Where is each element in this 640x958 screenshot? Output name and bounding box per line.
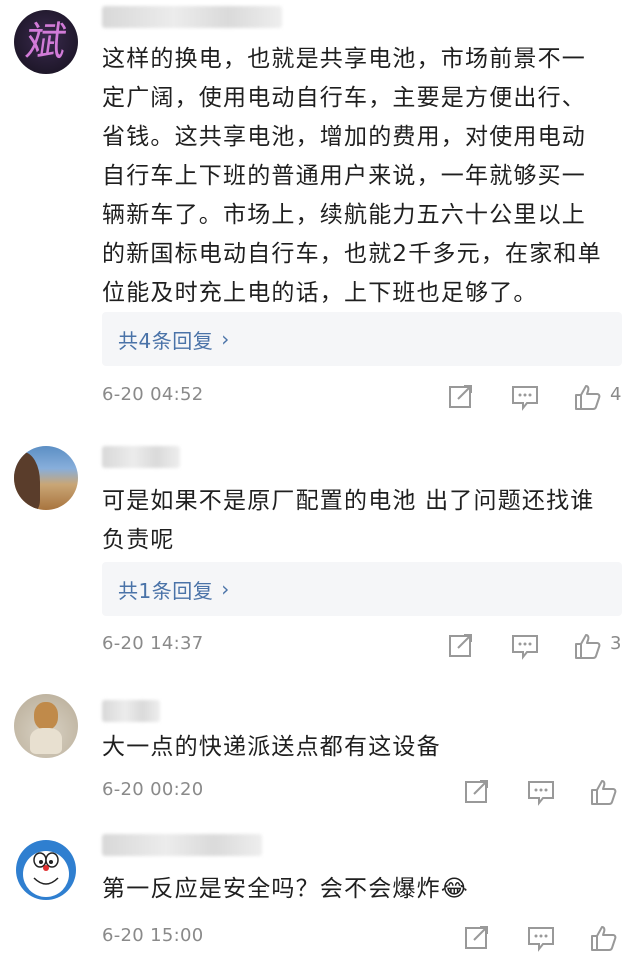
- timestamp: 6-20 15:00: [102, 925, 204, 946]
- share-icon[interactable]: [446, 631, 476, 661]
- comment-meta: 6-20 04:52 4: [102, 382, 632, 412]
- avatar-glyph: 斌: [22, 19, 70, 65]
- comment-icon[interactable]: [526, 777, 556, 807]
- comment-icon[interactable]: [526, 923, 556, 953]
- share-icon[interactable]: [462, 777, 492, 807]
- chevron-right-icon: ›: [221, 327, 230, 351]
- username-blurred[interactable]: [102, 834, 262, 856]
- thumbs-up-icon[interactable]: [588, 777, 618, 807]
- like-count: 4: [610, 384, 622, 405]
- avatar[interactable]: [14, 838, 78, 902]
- thumbs-up-icon[interactable]: [588, 923, 618, 953]
- comment-item: 大一点的快递派送点都有这设备 6-20 00:20: [0, 680, 640, 820]
- comment-text: 大一点的快递派送点都有这设备: [102, 734, 441, 760]
- comment-meta: 6-20 15:00: [102, 923, 632, 953]
- avatar-dog-body: [30, 728, 62, 754]
- timestamp: 6-20 14:37: [102, 633, 204, 654]
- comment-item: 斌 这样的换电，也就是共享电池，市场前景不一 定广阔，使用电动自行车，主要是方便…: [0, 0, 640, 420]
- comment-icon[interactable]: [510, 631, 540, 661]
- comment-meta: 6-20 14:37 3: [102, 631, 632, 661]
- share-icon[interactable]: [462, 923, 492, 953]
- comment-meta: 6-20 00:20: [102, 777, 632, 807]
- avatar[interactable]: [14, 446, 78, 510]
- avatar-dog-head: [34, 702, 58, 730]
- comment-text: 可是如果不是原厂配置的电池 出了问题还找谁 负责呢: [102, 488, 595, 553]
- thumbs-up-icon[interactable]: [572, 382, 602, 412]
- view-replies-button[interactable]: 共1条回复 ›: [102, 562, 622, 616]
- thumbs-up-icon[interactable]: [572, 631, 602, 661]
- avatar-cartoon-cat: [16, 840, 76, 900]
- comment-item: 可是如果不是原厂配置的电池 出了问题还找谁 负责呢 共1条回复 › 6-20 1…: [0, 430, 640, 670]
- timestamp: 6-20 00:20: [102, 779, 204, 800]
- share-icon[interactable]: [446, 382, 476, 412]
- username-blurred[interactable]: [102, 446, 180, 468]
- like-count: 3: [610, 633, 622, 654]
- comment-item: 第一反应是安全吗？会不会爆炸😂 6-20 15:00: [0, 830, 640, 958]
- username-blurred[interactable]: [102, 6, 282, 28]
- chevron-right-icon: ›: [221, 577, 230, 601]
- username-blurred[interactable]: [102, 700, 160, 722]
- comment-icon[interactable]: [510, 382, 540, 412]
- avatar[interactable]: 斌: [14, 10, 78, 74]
- replies-label: 共1条回复: [118, 578, 214, 603]
- avatar[interactable]: [14, 694, 78, 758]
- comment-text: 这样的换电，也就是共享电池，市场前景不一 定广阔，使用电动自行车，主要是方便出行…: [102, 46, 602, 306]
- replies-label: 共4条回复: [118, 328, 214, 353]
- avatar-figure: [14, 452, 40, 510]
- timestamp: 6-20 04:52: [102, 384, 204, 405]
- comment-text: 第一反应是安全吗？会不会爆炸😂: [102, 876, 469, 902]
- view-replies-button[interactable]: 共4条回复 ›: [102, 312, 622, 366]
